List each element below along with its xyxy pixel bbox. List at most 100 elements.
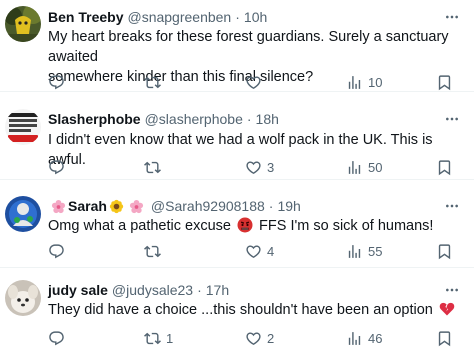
display-name[interactable]: Ben Treeby xyxy=(48,9,123,25)
more-icon xyxy=(444,9,460,25)
heart-icon xyxy=(245,74,262,91)
avatar-image xyxy=(5,109,41,145)
more-button[interactable] xyxy=(442,7,462,27)
action-bar: 10 xyxy=(48,71,462,93)
display-name[interactable]: Slasherphobe xyxy=(48,111,141,127)
reply-icon xyxy=(48,74,65,91)
timestamp[interactable]: 10h xyxy=(244,9,267,25)
retweet-icon xyxy=(144,330,161,347)
reply-tweet[interactable]: Sarah @Sarah92908188 · 19h Omg what a pa… xyxy=(0,188,474,268)
timestamp[interactable]: 18h xyxy=(256,111,279,127)
reply-button[interactable] xyxy=(48,156,70,178)
reply-button[interactable] xyxy=(48,240,70,262)
views-button[interactable]: 46 xyxy=(346,327,382,349)
reply-tweet[interactable]: Ben Treeby @snapgreenben · 10h My heart … xyxy=(0,0,474,92)
retweet-button[interactable]: 1 xyxy=(144,327,173,349)
tweet-text-part: FFS I'm so sick of humans! xyxy=(259,218,434,234)
views-icon xyxy=(346,330,363,347)
bookmark-button[interactable] xyxy=(436,327,453,349)
user-handle[interactable]: @Sarah92908188 xyxy=(151,198,265,214)
bookmark-icon xyxy=(436,159,453,176)
action-bar: 3 50 xyxy=(48,156,462,178)
avatar-image xyxy=(5,196,41,232)
retweet-icon xyxy=(144,74,161,91)
more-icon xyxy=(444,111,460,127)
like-button[interactable]: 4 xyxy=(245,240,274,262)
bookmark-icon xyxy=(436,330,453,347)
tweet-text-part: They did have a choice ...this shouldn't… xyxy=(48,302,433,318)
broken-heart-icon xyxy=(439,301,455,317)
like-button[interactable]: 2 xyxy=(245,327,274,349)
avatar[interactable] xyxy=(5,6,41,42)
display-name[interactable]: judy sale xyxy=(48,282,108,298)
avatar[interactable] xyxy=(5,196,41,232)
separator-dot: · xyxy=(268,198,274,214)
user-handle[interactable]: @snapgreenben xyxy=(127,9,231,25)
like-count: 4 xyxy=(267,243,275,259)
display-name[interactable]: Sarah xyxy=(68,198,107,214)
views-button[interactable]: 10 xyxy=(346,71,382,93)
angry-face-icon xyxy=(237,217,253,233)
reply-tweet[interactable]: judy sale @judysale23 · 17h They did hav… xyxy=(0,270,474,358)
separator-dot: · xyxy=(235,9,240,25)
bookmark-button[interactable] xyxy=(436,71,453,93)
user-handle[interactable]: @judysale23 xyxy=(112,282,193,298)
tweet-text: They did have a choice ...this shouldn't… xyxy=(48,300,460,320)
cherry-blossom-icon xyxy=(50,198,66,214)
bookmark-button[interactable] xyxy=(436,156,453,178)
separator-dot: · xyxy=(246,111,252,127)
user-handle[interactable]: @slasherphobe xyxy=(145,111,243,127)
separator-dot: · xyxy=(197,282,202,298)
retweet-count: 1 xyxy=(166,330,174,346)
tweet-header: Ben Treeby @snapgreenben · 10h xyxy=(48,7,267,27)
like-count: 3 xyxy=(267,159,275,175)
tweet-header: judy sale @judysale23 · 17h xyxy=(48,280,229,300)
more-button[interactable] xyxy=(442,196,462,216)
timestamp[interactable]: 19h xyxy=(277,198,300,214)
views-count: 10 xyxy=(368,74,383,90)
like-button[interactable]: 3 xyxy=(245,156,274,178)
action-bar: 4 55 xyxy=(48,240,462,262)
retweet-button[interactable] xyxy=(144,240,166,262)
reply-icon xyxy=(48,159,65,176)
more-button[interactable] xyxy=(442,280,462,300)
avatar[interactable] xyxy=(5,280,41,316)
tweet-text-part: Omg what a pathetic excuse xyxy=(48,218,231,234)
more-icon xyxy=(444,282,460,298)
tweet-text: Omg what a pathetic excuse FFS I'm so si… xyxy=(48,216,460,236)
bookmark-icon xyxy=(436,243,453,260)
reply-button[interactable] xyxy=(48,71,70,93)
reply-button[interactable] xyxy=(48,327,70,349)
reply-icon xyxy=(48,243,65,260)
avatar[interactable] xyxy=(5,109,41,145)
views-icon xyxy=(346,243,363,260)
cherry-blossom-icon xyxy=(129,198,145,214)
timestamp[interactable]: 17h xyxy=(206,282,229,298)
views-count: 50 xyxy=(368,159,383,175)
like-button[interactable] xyxy=(245,71,267,93)
tweet-header: Slasherphobe @slasherphobe · 18h xyxy=(48,109,279,129)
action-bar: 1 2 46 xyxy=(48,327,462,349)
heart-icon xyxy=(245,243,262,260)
views-count: 46 xyxy=(368,330,383,346)
like-count: 2 xyxy=(267,330,275,346)
heart-icon xyxy=(245,330,262,347)
retweet-icon xyxy=(144,243,161,260)
sunflower-icon xyxy=(109,198,125,214)
avatar-image xyxy=(5,280,41,316)
reply-icon xyxy=(48,330,65,347)
reply-tweet[interactable]: Slasherphobe @slasherphobe · 18h I didn'… xyxy=(0,100,474,180)
retweet-icon xyxy=(144,159,161,176)
views-button[interactable]: 55 xyxy=(346,240,382,262)
more-button[interactable] xyxy=(442,109,462,129)
heart-icon xyxy=(245,159,262,176)
tweet-header: Sarah @Sarah92908188 · 19h xyxy=(48,196,301,216)
bookmark-button[interactable] xyxy=(436,240,453,262)
views-button[interactable]: 50 xyxy=(346,156,382,178)
views-icon xyxy=(346,159,363,176)
retweet-button[interactable] xyxy=(144,156,166,178)
more-icon xyxy=(444,198,460,214)
retweet-button[interactable] xyxy=(144,71,166,93)
tweet-text-line: My heart breaks for these forest guardia… xyxy=(48,29,449,65)
avatar-image xyxy=(5,6,41,42)
